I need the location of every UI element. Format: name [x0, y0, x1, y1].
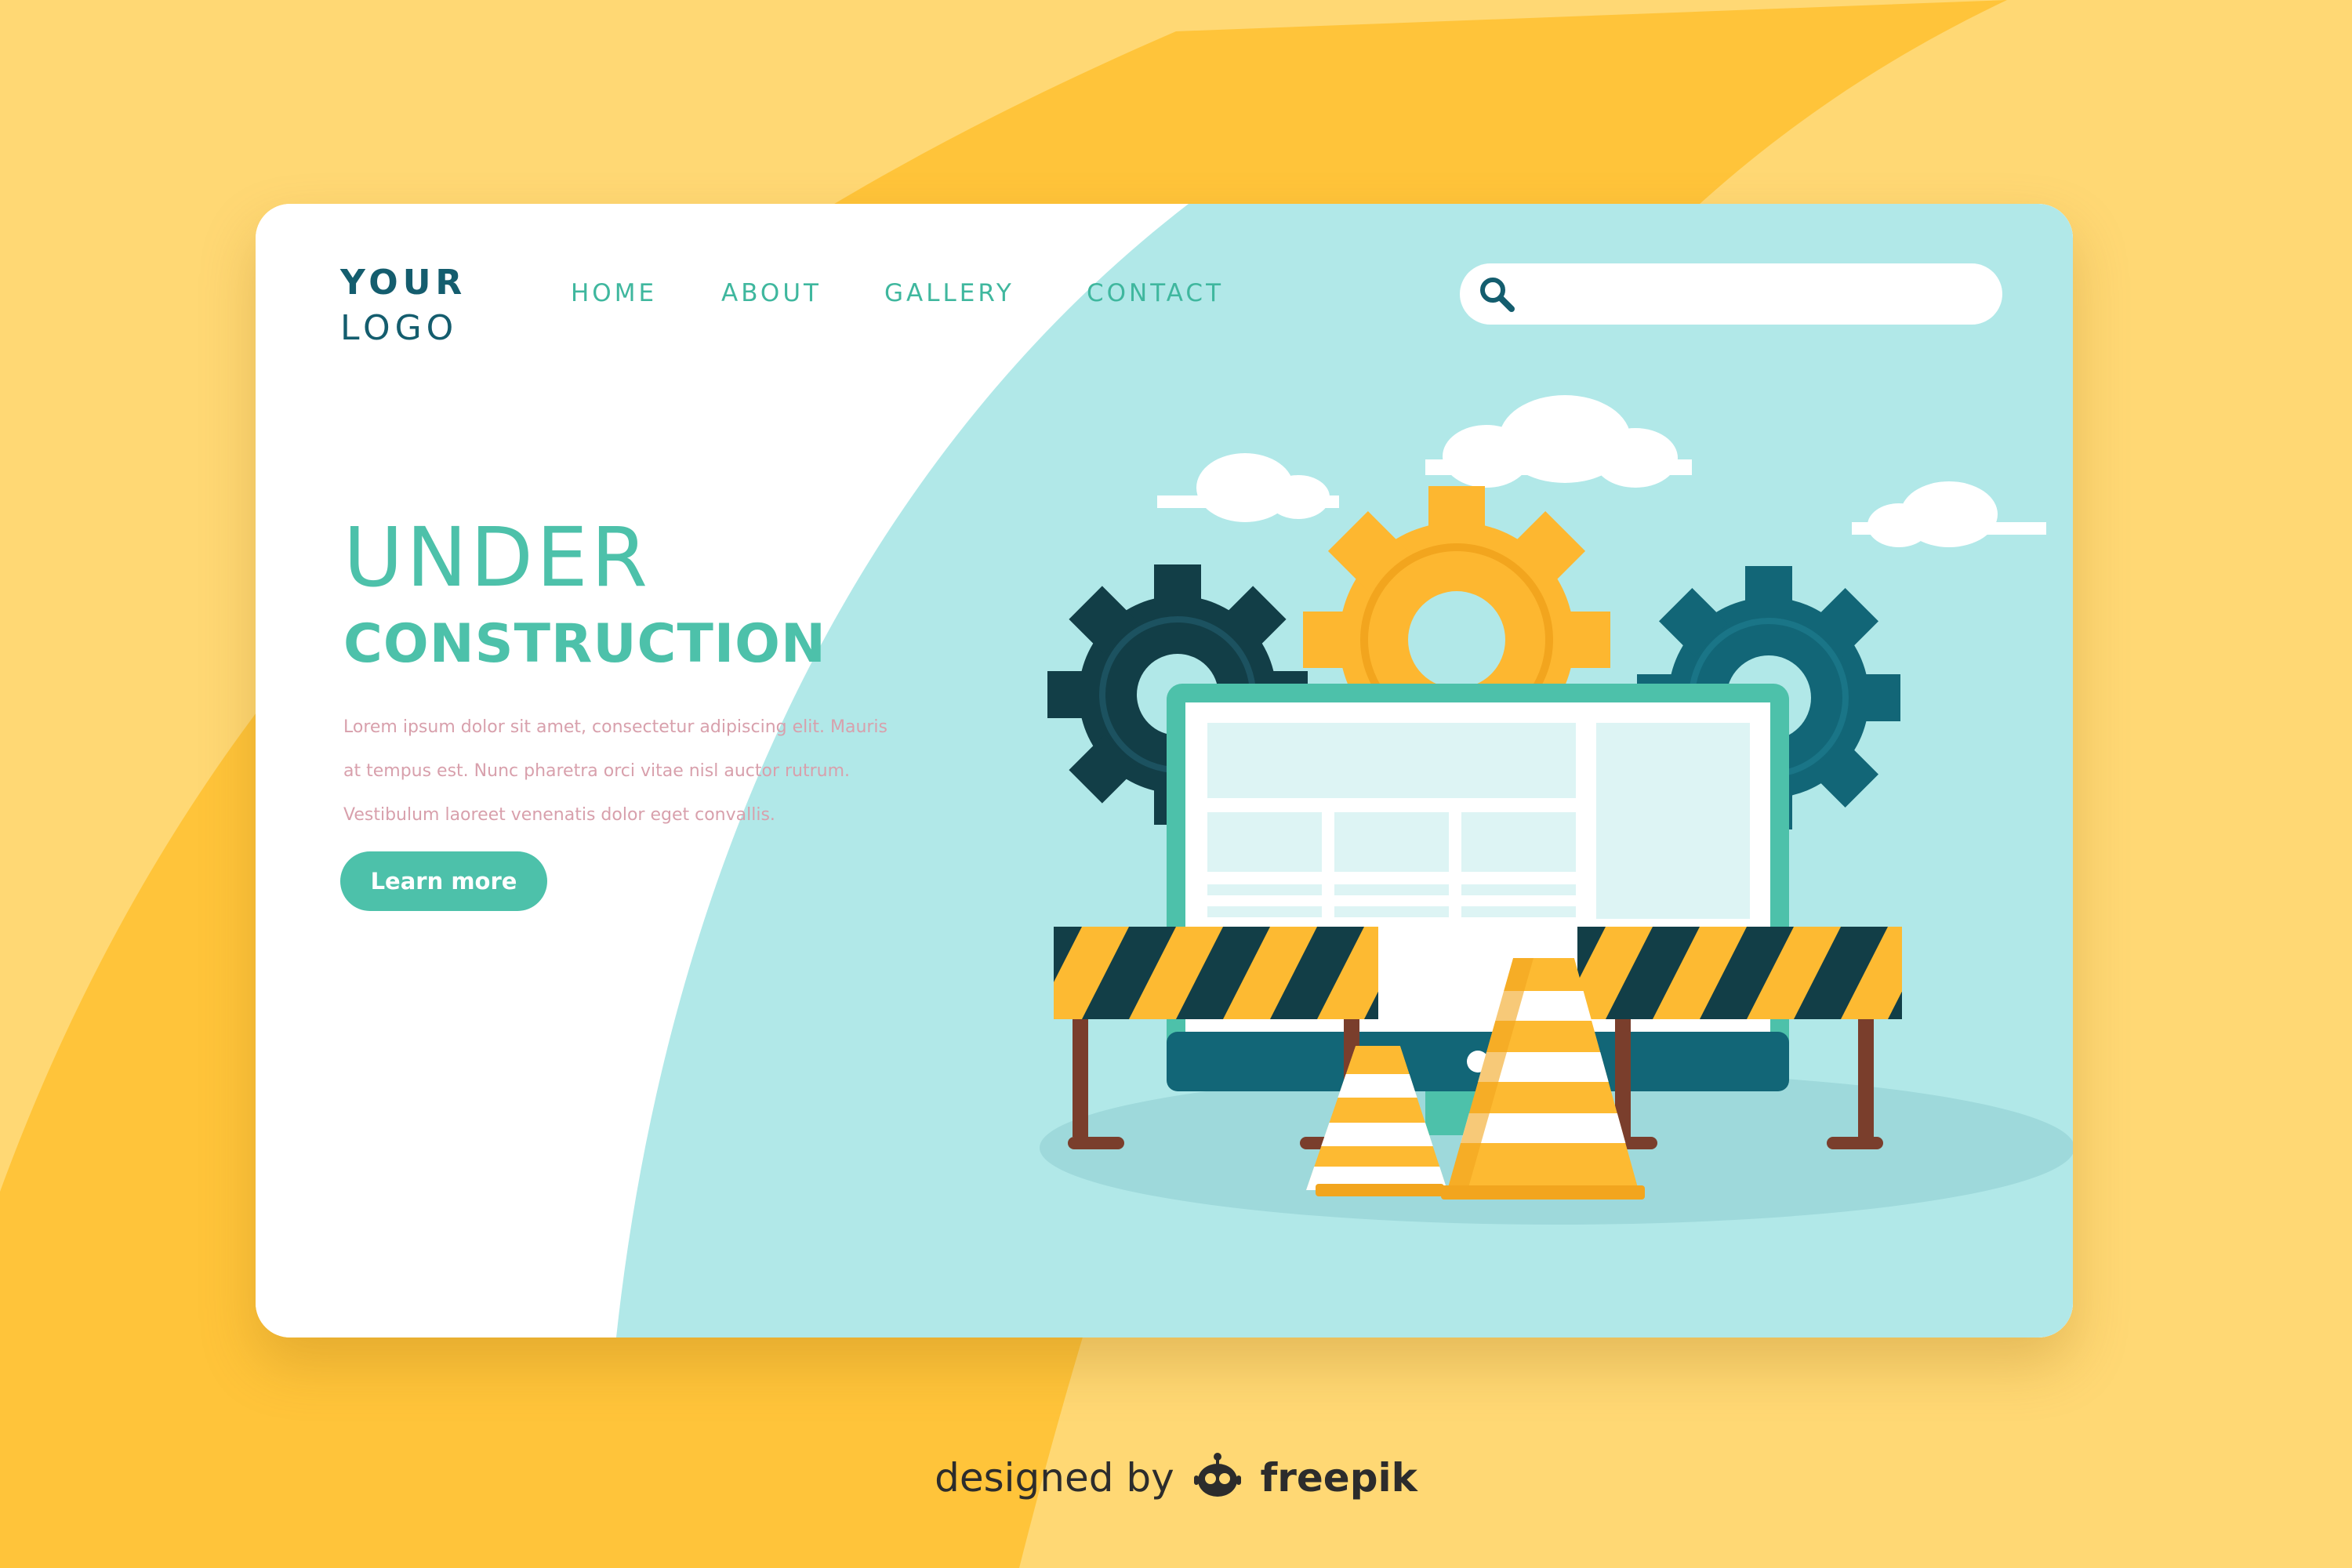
credit-brand: freepik	[1260, 1455, 1417, 1501]
cloud-icon	[1157, 453, 1339, 522]
construction-illustration	[1040, 395, 2073, 1225]
monitor-icon	[1167, 684, 1789, 1135]
cloud-icon	[1852, 481, 2046, 547]
freepik-robot-icon	[1193, 1453, 1241, 1497]
landing-card: YOUR LOGO HOME ABOUT GALLERY CONTACT UND…	[256, 204, 2073, 1338]
credit-prefix: designed by	[935, 1455, 1174, 1501]
cloud-icon	[1425, 395, 1692, 488]
designer-credit[interactable]: designed by freepik	[0, 1450, 2352, 1501]
